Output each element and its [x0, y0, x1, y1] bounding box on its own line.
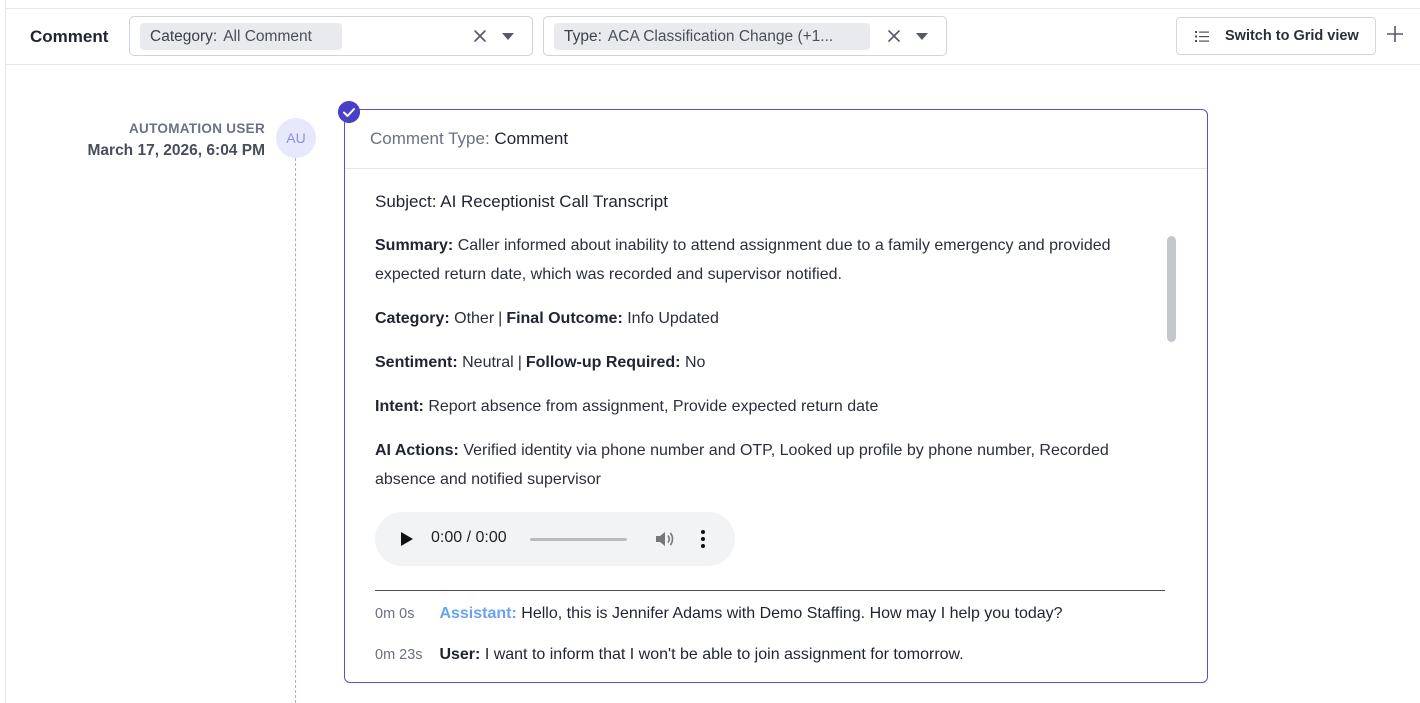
transcript-line: 0m 23s User: I want to inform that I won… [375, 646, 964, 664]
toolbar-title: Comment [30, 27, 109, 46]
clear-category-icon[interactable] [471, 27, 489, 45]
followup-value: No [684, 354, 706, 371]
more-options-icon[interactable] [701, 529, 705, 549]
intent-label: Intent: [375, 398, 424, 415]
separator: | [517, 354, 522, 371]
audio-player[interactable]: 0:00 / 0:00 [375, 512, 735, 566]
subject-value: AI Receptionist Call Transcript [440, 192, 668, 211]
separator: | [498, 310, 503, 327]
transcript-speaker-assistant: Assistant: [439, 605, 517, 622]
category-outcome-line: Category: Other | Final Outcome: Info Upda… [375, 304, 1165, 333]
actions-value: Verified identity via phone number and O… [375, 442, 1109, 488]
comment-type: Comment Type: Comment [370, 129, 568, 149]
intent-line: Intent: Report absence from assignment, … [375, 392, 1165, 421]
clear-type-icon[interactable] [885, 27, 903, 45]
type-chip[interactable]: Type: ACA Classification Change (+1... [554, 23, 870, 50]
intent-value: Report absence from assignment, Provide … [428, 398, 879, 415]
comment-type-value: Comment [494, 129, 569, 148]
summary-label: Summary: [375, 237, 454, 254]
transcript-divider [375, 590, 1165, 591]
transcript-line: 0m 0s Assistant: Hello, this is Jennifer… [375, 605, 1063, 623]
play-icon[interactable] [401, 532, 413, 546]
category-chip-key: Category: [150, 28, 218, 45]
check-icon [338, 101, 360, 123]
category-chip[interactable]: Category: All Comment [140, 23, 342, 50]
page-left-border [5, 0, 6, 703]
summary-value: Caller informed about inability to atten… [375, 237, 1111, 283]
sentiment-value: Neutral [462, 354, 514, 371]
grid-button-label: Switch to Grid view [1225, 28, 1359, 44]
category-filter[interactable]: Category: All Comment [129, 16, 533, 56]
avatar: AU [276, 118, 316, 158]
actions-label: AI Actions: [375, 442, 459, 459]
summary-paragraph: Summary: Caller informed about inability… [375, 231, 1165, 289]
category-dropdown-icon[interactable] [502, 33, 514, 40]
category-label: Category: [375, 310, 450, 327]
comment-date: March 17, 2026, 6:04 PM [87, 142, 266, 159]
switch-to-grid-view-button[interactable]: Switch to Grid view [1176, 17, 1376, 55]
category-value: Other [454, 310, 495, 327]
comment-subject: Subject: AI Receptionist Call Transcript [375, 192, 668, 212]
category-chip-value: All Comment [223, 28, 312, 45]
comment-type-label: Comment Type: [370, 129, 490, 148]
transcript-timestamp: 0m 23s [375, 647, 423, 663]
comment-toolbar: Comment Category: All Comment Type: ACA Cl… [6, 9, 1420, 65]
audio-time: 0:00 / 0:00 [431, 529, 507, 546]
transcript-timestamp: 0m 0s [375, 606, 415, 622]
volume-icon[interactable] [655, 530, 675, 548]
comment-card-header: Comment Type: Comment [345, 110, 1207, 169]
type-chip-key: Type: [564, 28, 602, 45]
transcript-text: Hello, this is Jennifer Adams with Demo … [521, 605, 1063, 622]
subject-label: Subject: [375, 192, 437, 211]
followup-label: Follow-up Required: [525, 354, 681, 371]
sentiment-label: Sentiment: [375, 354, 458, 371]
sentiment-followup-line: Sentiment: Neutral | Follow-up Required: N… [375, 348, 1165, 377]
transcript-text: I want to inform that I won't be able to… [484, 646, 964, 663]
card-scrollbar[interactable] [1167, 236, 1176, 342]
outcome-value: Info Updated [627, 310, 719, 327]
ai-actions-paragraph: AI Actions: Verified identity via phone … [375, 436, 1165, 494]
list-icon [1195, 31, 1209, 42]
add-icon[interactable] [1384, 23, 1406, 45]
type-dropdown-icon[interactable] [916, 33, 928, 40]
comment-author: AUTOMATION USER [129, 121, 265, 136]
transcript-speaker-user: User: [439, 646, 481, 663]
outcome-label: Final Outcome: [506, 310, 623, 327]
audio-progress-slider[interactable] [530, 538, 627, 541]
type-filter[interactable]: Type: ACA Classification Change (+1... [543, 16, 947, 56]
type-chip-value: ACA Classification Change (+1... [607, 28, 834, 45]
timeline-connector [295, 158, 296, 703]
comment-card[interactable]: Comment Type: Comment Subject: AI Recept… [344, 109, 1208, 683]
